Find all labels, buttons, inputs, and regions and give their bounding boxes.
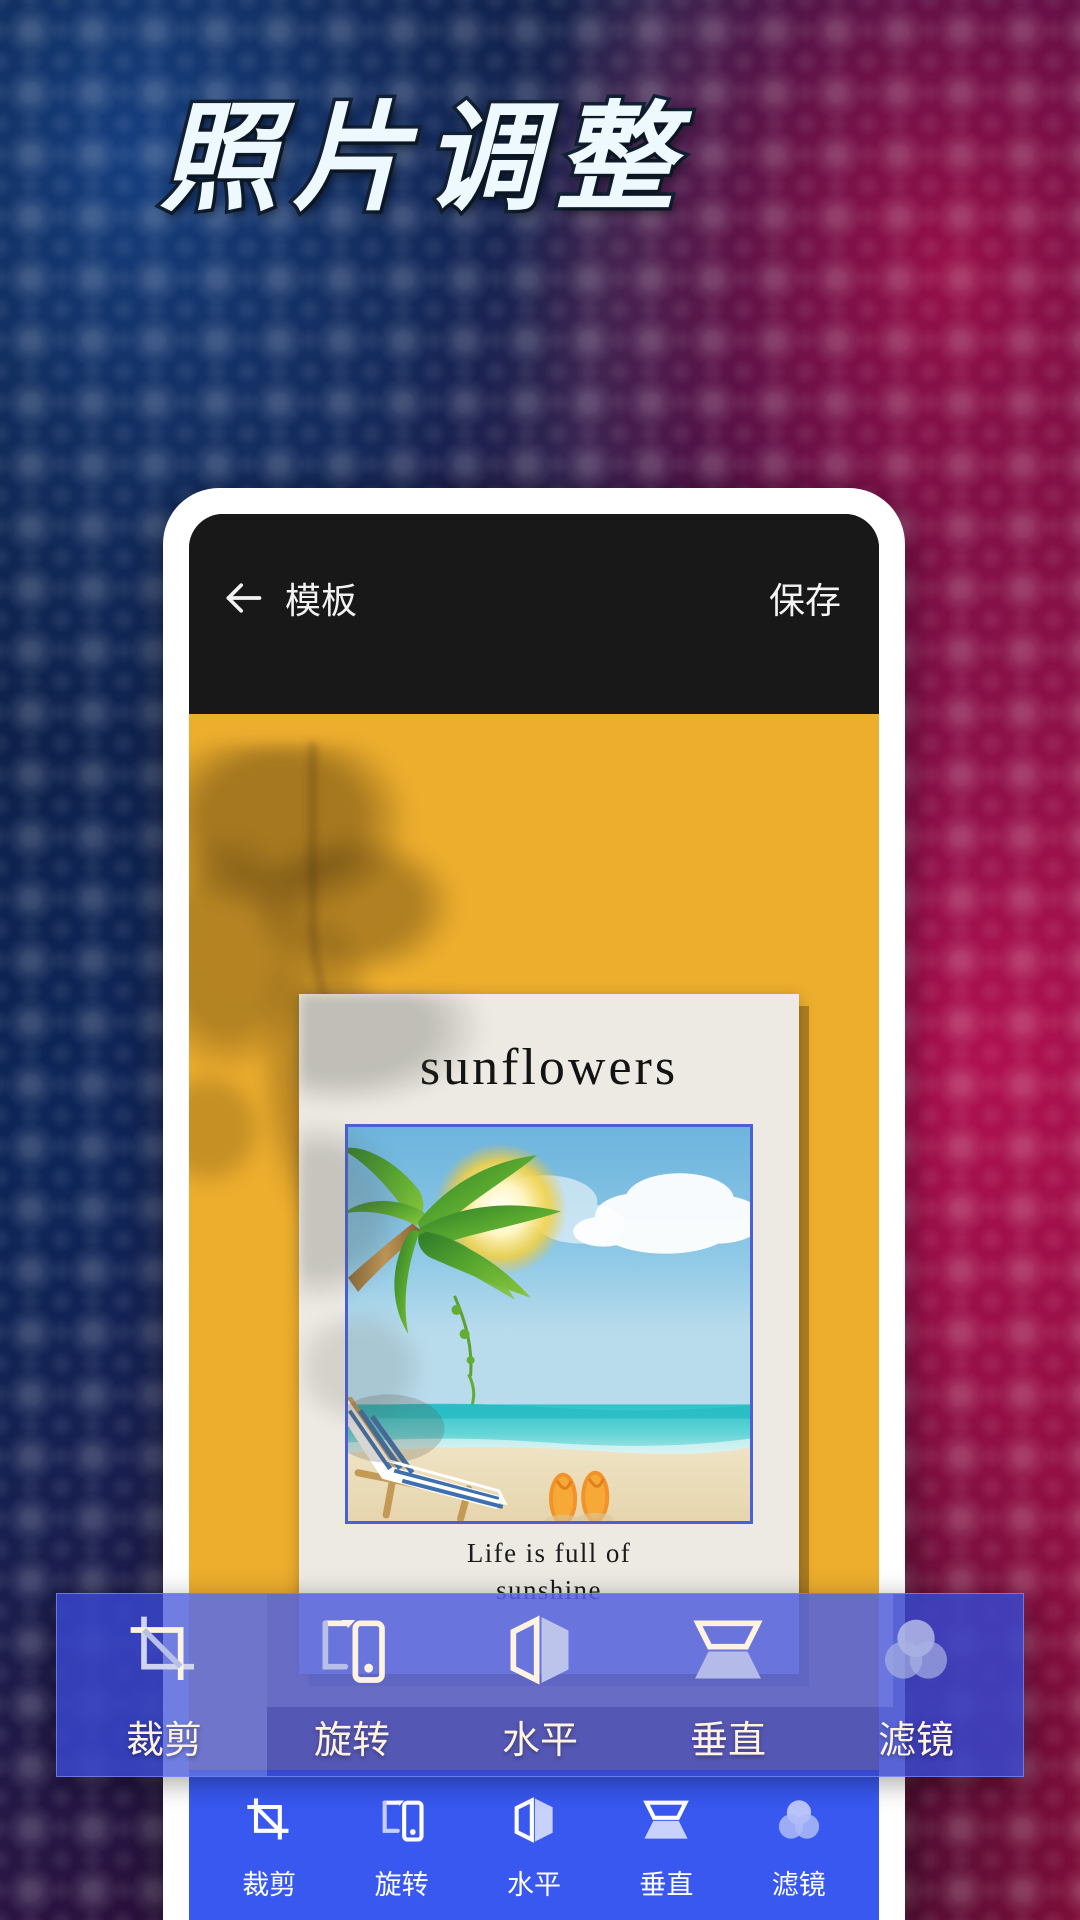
toolbar-item-flip-vertical[interactable]: 垂直	[610, 1791, 722, 1902]
highlighted-toolbar-callout[interactable]: 裁剪 旋转 水平 垂直 滤镜	[56, 1593, 1024, 1777]
callout-label: 滤镜	[877, 1717, 954, 1762]
photo-selection-frame[interactable]	[345, 1124, 753, 1524]
poster-heading: sunflowers	[419, 1039, 679, 1096]
toolbar-item-rotate[interactable]: 旋转	[346, 1791, 458, 1902]
toolbar-item-flip-horizontal[interactable]: 水平	[478, 1791, 590, 1902]
crop-icon	[124, 1607, 204, 1693]
rotate-icon	[376, 1791, 428, 1849]
editor-toolbar[interactable]: 裁剪 旋转 水平 垂直 滤镜	[189, 1770, 879, 1920]
page-title: 模板	[285, 581, 358, 622]
toolbar-label: 垂直	[639, 1869, 694, 1901]
callout-label: 垂直	[689, 1717, 766, 1762]
promo-title: 照片调整	[157, 88, 689, 227]
toolbar-item-crop[interactable]: 裁剪	[213, 1791, 325, 1902]
toolbar-label: 裁剪	[242, 1869, 297, 1901]
save-button[interactable]: 保存	[763, 568, 847, 628]
app-header: 模板 保存	[189, 514, 879, 714]
callout-label: 水平	[501, 1717, 578, 1762]
arrow-left-icon[interactable]	[221, 576, 265, 620]
toolbar-label: 滤镜	[771, 1869, 826, 1901]
filter-icon	[876, 1607, 956, 1693]
flip-vertical-icon	[640, 1791, 692, 1849]
flip-horizontal-icon	[508, 1791, 560, 1849]
crop-icon	[243, 1791, 295, 1849]
toolbar-label: 旋转	[374, 1869, 429, 1901]
app-header-row: 模板 保存	[189, 566, 879, 630]
callout-label: 裁剪	[125, 1717, 202, 1762]
callout-item-crop[interactable]: 裁剪	[79, 1607, 249, 1764]
callout-item-flip-vertical[interactable]: 垂直	[643, 1607, 813, 1764]
callout-item-filter[interactable]: 滤镜	[831, 1607, 1001, 1764]
beach-photo	[348, 1127, 750, 1521]
callout-item-flip-horizontal[interactable]: 水平	[455, 1607, 625, 1764]
callout-item-rotate[interactable]: 旋转	[267, 1607, 437, 1764]
rotate-icon	[312, 1607, 392, 1693]
toolbar-label: 水平	[506, 1869, 561, 1901]
filter-icon	[773, 1791, 825, 1849]
callout-label: 旋转	[313, 1717, 390, 1762]
poster-card[interactable]: sunflowers Life is full of sunshine	[299, 994, 799, 1674]
toolbar-item-filter[interactable]: 滤镜	[743, 1791, 855, 1902]
flip-vertical-icon	[688, 1607, 768, 1693]
back-navigation-group[interactable]: 模板	[221, 572, 357, 624]
flip-horizontal-icon	[500, 1607, 580, 1693]
